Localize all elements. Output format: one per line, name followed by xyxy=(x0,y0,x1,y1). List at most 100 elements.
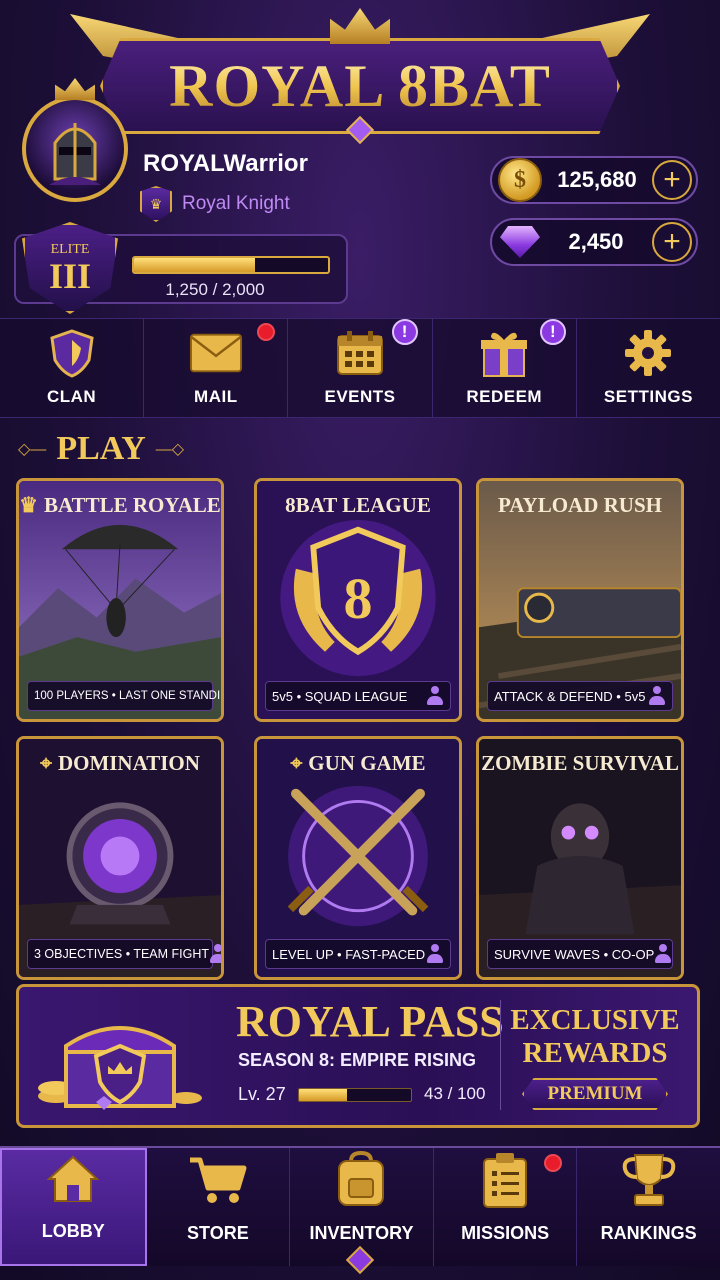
bottom-nav-missions[interactable]: MISSIONS xyxy=(434,1148,578,1266)
coin-balance: $ 125,680 + xyxy=(490,156,698,204)
mode-title: 8BAT LEAGUE xyxy=(257,493,459,518)
mode-card-8bat-league[interactable]: 8BAT LEAGUE 8 5v5 • SQUAD LEAGUE xyxy=(254,478,462,722)
mode-desc: 100 PLAYERS • LAST ONE STANDING xyxy=(34,690,224,702)
rank-crown-icon: ♛ xyxy=(140,186,172,222)
royal-pass-level: Lv. 27 xyxy=(238,1084,286,1104)
calendar-icon xyxy=(333,329,387,377)
mode-footer: 3 OBJECTIVES • TEAM FIGHT xyxy=(27,939,221,969)
home-icon xyxy=(41,1150,105,1207)
gift-icon xyxy=(477,329,531,377)
missions-notification-dot xyxy=(544,1154,563,1172)
quick-nav-label: EVENTS xyxy=(324,387,396,406)
mode-desc: SURVIVE WAVES • CO-OP xyxy=(494,946,655,962)
gem-icon xyxy=(500,226,540,258)
quick-nav-settings[interactable]: SETTINGS xyxy=(577,319,720,417)
bottom-nav-label: LOBBY xyxy=(41,1221,105,1241)
avatar[interactable] xyxy=(22,96,128,202)
mode-footer: ATTACK & DEFEND • 5v5 xyxy=(487,681,673,711)
quick-nav-label: MAIL xyxy=(194,387,238,406)
player-icon xyxy=(426,944,444,964)
ornament-left-icon: ◇— xyxy=(18,441,47,458)
rank-name: Royal Knight xyxy=(182,193,290,214)
quick-nav-events[interactable]: ! EVENTS xyxy=(288,319,433,417)
player-icon xyxy=(426,686,444,706)
envelope-icon xyxy=(189,329,243,377)
mode-card-domination[interactable]: ⌖ DOMINATION 3 OBJECTIVES • TEAM FIGHT xyxy=(16,736,224,980)
crown-icon: ♛ xyxy=(19,493,38,517)
mode-card-payload-rush[interactable]: PAYLOAD RUSH ATTACK & DEFEND • 5v5 xyxy=(476,478,684,722)
play-heading: ◇— PLAY —◇ xyxy=(18,430,184,468)
redeem-alert-badge: ! xyxy=(539,319,566,345)
quick-nav: CLAN MAIL ! EVENTS ! REDEEM SETTINGS xyxy=(0,318,720,418)
mode-title-text: 8BAT LEAGUE xyxy=(285,493,431,517)
quick-nav-redeem[interactable]: ! REDEEM xyxy=(433,319,577,417)
mode-desc: ATTACK & DEFEND • 5v5 xyxy=(494,688,646,704)
mode-title: PAYLOAD RUSH xyxy=(479,493,681,518)
bottom-nav-lobby[interactable]: LOBBY xyxy=(0,1148,147,1266)
royal-pass-xp: 43 / 100 xyxy=(424,1084,486,1103)
add-gems-button[interactable]: + xyxy=(652,222,692,262)
coin-amount: 125,680 xyxy=(557,167,637,192)
mode-title-text: PAYLOAD RUSH xyxy=(498,493,662,517)
elite-tier: III xyxy=(48,256,92,296)
mode-title: ♛ BATTLE ROYALE xyxy=(19,493,221,518)
player-icon xyxy=(654,944,671,964)
crosshair-icon: ⌖ xyxy=(290,751,303,775)
xp-progress-fill xyxy=(134,258,256,272)
logo-title: ROYAL 8BAT xyxy=(169,52,551,119)
username: ROYALWarrior xyxy=(143,150,308,177)
mode-footer: LEVEL UP • FAST-PACED xyxy=(265,939,451,969)
mode-footer: 100 PLAYERS • LAST ONE STANDING xyxy=(27,681,221,711)
mode-card-battle-royale[interactable]: ♛ BATTLE ROYALE 100 PLAYERS • LAST ONE S… xyxy=(16,478,224,722)
mode-desc: 5v5 • SQUAD LEAGUE xyxy=(272,688,408,704)
royal-pass-progress-bar xyxy=(298,1088,412,1102)
xp-text: 1,250 / 2,000 xyxy=(165,280,265,299)
bottom-nav-label: INVENTORY xyxy=(309,1223,414,1243)
rank-row: ♛ Royal Knight xyxy=(140,186,290,222)
backpack-icon xyxy=(329,1151,393,1209)
player-icon xyxy=(648,686,666,706)
royal-pass-season: SEASON 8: EMPIRE RISING xyxy=(238,1050,477,1070)
premium-button[interactable]: PREMIUM xyxy=(522,1078,668,1110)
bottom-nav-rankings[interactable]: RANKINGS xyxy=(577,1148,720,1266)
treasure-chest-icon xyxy=(38,1026,202,1110)
coin-icon: $ xyxy=(498,158,542,202)
exclusive-rewards-text: EXCLUSIVE REWARDS xyxy=(508,1004,682,1070)
mode-title: ZOMBIE SURVIVAL xyxy=(479,751,681,776)
bottom-nav-label: RANKINGS xyxy=(600,1223,697,1243)
quick-nav-clan[interactable]: CLAN xyxy=(0,319,145,417)
mode-footer: SURVIVE WAVES • CO-OP xyxy=(487,939,673,969)
player-avatar[interactable] xyxy=(22,78,128,202)
mode-title-text: GUN GAME xyxy=(308,751,426,775)
crosshair-icon: ⌖ xyxy=(40,751,52,775)
knight-helmet-icon xyxy=(49,123,101,185)
mode-card-gun-game[interactable]: ⌖ GUN GAME LEVEL UP • FAST-PACED xyxy=(254,736,462,980)
royal-pass-title: ROYAL PASS xyxy=(236,997,504,1046)
quick-nav-label: SETTINGS xyxy=(603,387,693,406)
xp-progress-bar xyxy=(132,256,330,274)
mode-desc: 3 OBJECTIVES • TEAM FIGHT xyxy=(34,947,210,961)
cart-icon xyxy=(186,1151,250,1209)
mail-notification-dot xyxy=(257,323,276,341)
add-coins-button[interactable]: + xyxy=(652,160,692,200)
mode-title: ⌖ GUN GAME xyxy=(257,751,459,776)
play-title: PLAY xyxy=(56,430,146,467)
mode-title-text: ZOMBIE SURVIVAL xyxy=(481,751,679,775)
gem-amount: 2,450 xyxy=(568,229,624,254)
avatar-crown-icon xyxy=(55,78,95,100)
bottom-nav-store[interactable]: STORE xyxy=(147,1148,291,1266)
clipboard-icon xyxy=(473,1151,537,1209)
mode-title-text: DOMINATION xyxy=(57,751,200,775)
mode-desc: LEVEL UP • FAST-PACED xyxy=(272,946,426,962)
exclusive-line-2: REWARDS xyxy=(522,1037,668,1069)
gear-icon xyxy=(621,329,675,377)
quick-nav-label: REDEEM xyxy=(466,387,543,406)
shield-icon xyxy=(45,329,99,378)
logo-crown-icon xyxy=(330,8,390,44)
mode-card-zombie-survival[interactable]: ZOMBIE SURVIVAL SURVIVE WAVES • CO-OP xyxy=(476,736,684,980)
royal-pass-progress-fill xyxy=(299,1089,348,1101)
quick-nav-mail[interactable]: MAIL xyxy=(144,319,289,417)
league-number-emblem: 8 xyxy=(343,566,373,631)
bottom-nav-label: STORE xyxy=(187,1223,249,1243)
gem-balance: 2,450 + xyxy=(490,218,698,266)
